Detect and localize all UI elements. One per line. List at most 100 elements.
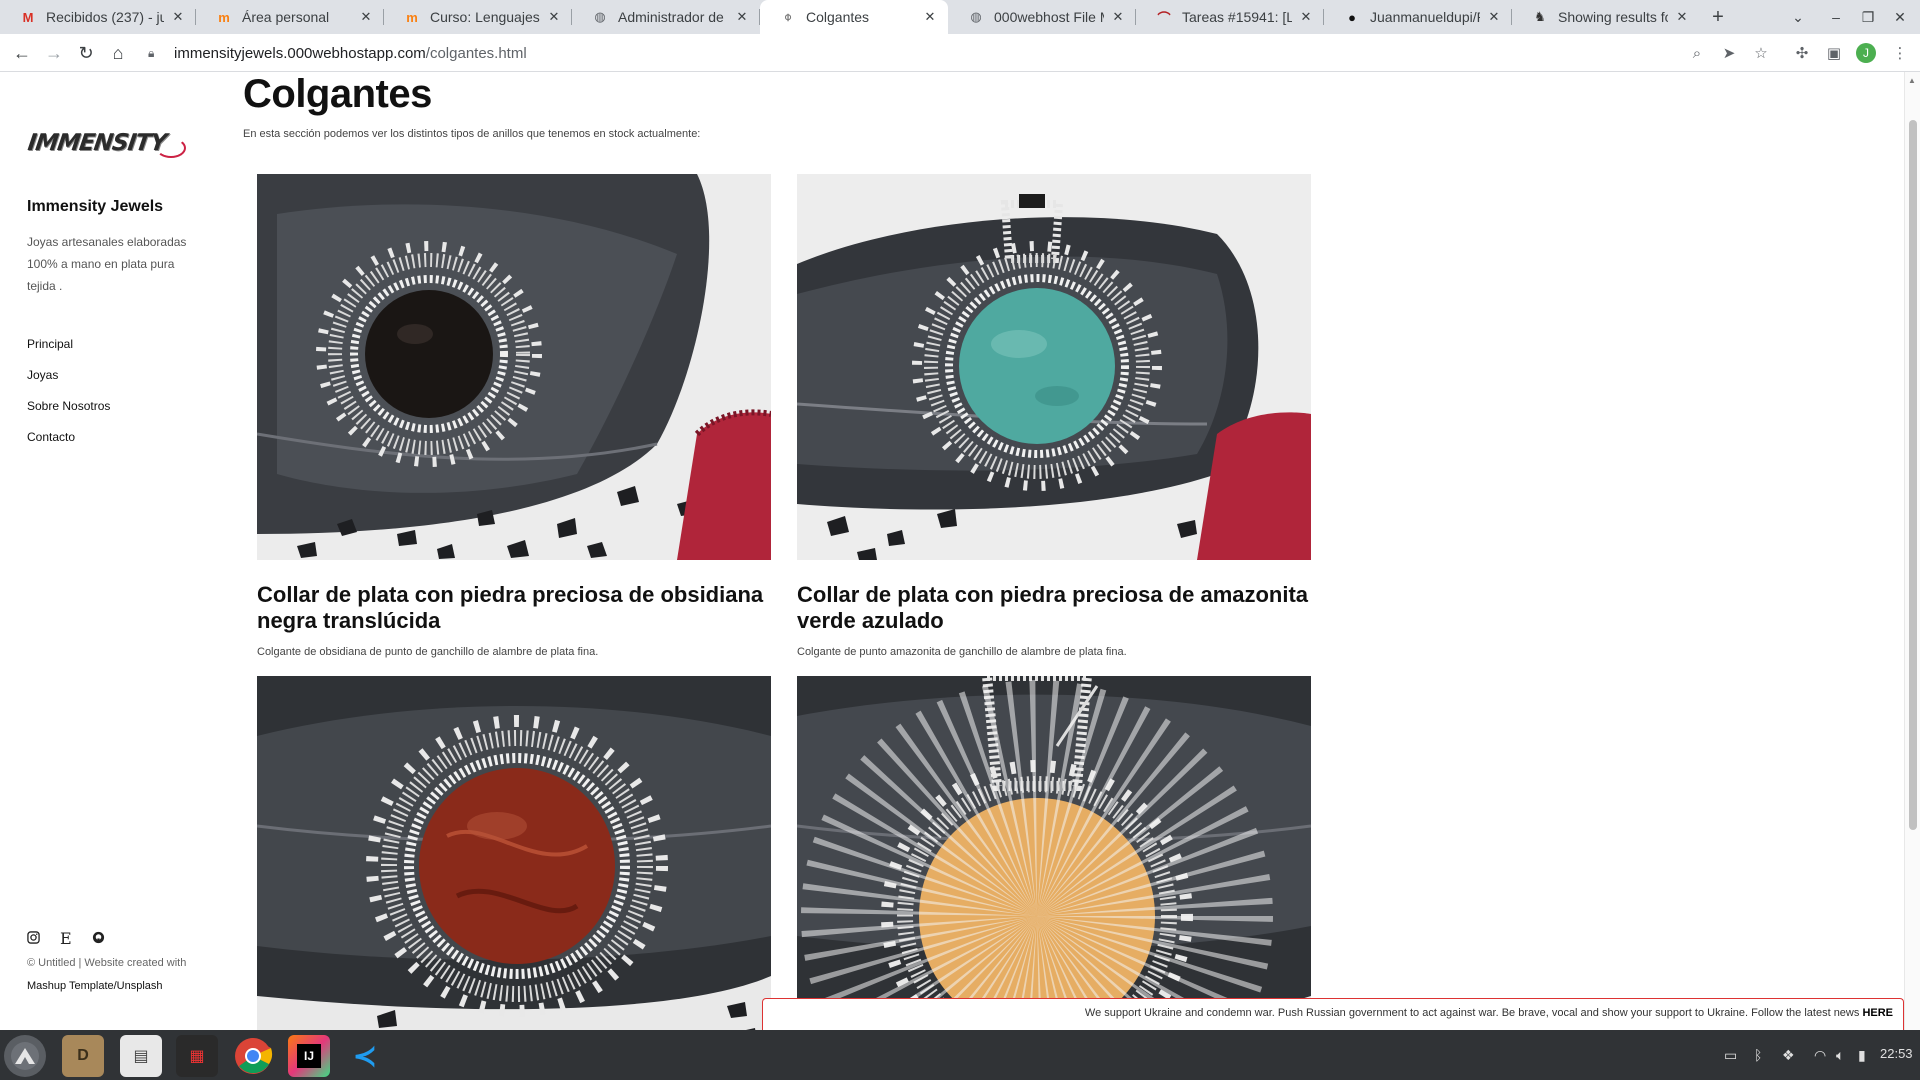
- social-links: E: [27, 929, 105, 948]
- tray-system-icon[interactable]: ▭: [1724, 1030, 1737, 1080]
- bluetooth-icon[interactable]: ᛒ: [1754, 1030, 1762, 1080]
- close-icon[interactable]: ✕: [358, 9, 374, 25]
- launcher-icon[interactable]: [4, 1035, 46, 1077]
- battery-icon[interactable]: ▮: [1858, 1030, 1866, 1080]
- zoom-icon[interactable]: ⌕: [1683, 39, 1711, 67]
- product-description: Colgante de punto amazonita de ganchillo…: [797, 646, 1127, 658]
- instagram-icon[interactable]: [27, 930, 40, 947]
- scroll-up-icon[interactable]: ▲: [1908, 76, 1916, 85]
- restore-icon[interactable]: ❐: [1852, 0, 1884, 34]
- github-icon[interactable]: [92, 931, 105, 947]
- browser-toolbar: ← → ↻ ⌂ 🔒︎ immensityjewels.000webhostapp…: [0, 34, 1920, 72]
- tab-area-personal[interactable]: m Área personal ✕: [196, 0, 384, 34]
- intro-text: En esta sección podemos ver los distinto…: [243, 128, 701, 140]
- clock[interactable]: 22:53: [1880, 1046, 1913, 1061]
- files-icon[interactable]: D: [62, 1035, 104, 1077]
- intellij-icon[interactable]: IJ: [288, 1035, 330, 1077]
- tab-curso[interactable]: m Curso: Lenguajes de ✕: [384, 0, 572, 34]
- product-photo[interactable]: [797, 174, 1311, 560]
- sidebar: IMMENSITY Immensity Jewels Joyas artesan…: [0, 72, 225, 1030]
- minimize-icon[interactable]: –: [1820, 0, 1852, 34]
- tab-showing-results[interactable]: ♞ Showing results for ✕: [1512, 0, 1700, 34]
- tab-gmail[interactable]: M Recibidos (237) - ju ✕: [0, 0, 196, 34]
- main-content: Colgantes En esta sección podemos ver lo…: [243, 72, 1893, 1030]
- volume-icon[interactable]: 🔈︎: [1836, 1030, 1844, 1080]
- tab-strip: M Recibidos (237) - ju ✕ m Área personal…: [0, 0, 1920, 34]
- close-icon[interactable]: ✕: [1298, 9, 1314, 25]
- close-icon[interactable]: ✕: [546, 9, 562, 25]
- send-icon[interactable]: ➤: [1715, 39, 1743, 67]
- product-card[interactable]: [257, 676, 771, 1030]
- new-tab-button[interactable]: +: [1706, 5, 1730, 29]
- back-icon[interactable]: ←: [8, 39, 36, 67]
- tab-administrador[interactable]: ◍ Administrador de arc ✕: [572, 0, 760, 34]
- dropbox-icon[interactable]: ❖: [1782, 1030, 1795, 1080]
- close-icon[interactable]: ✕: [1110, 9, 1126, 25]
- tab-search-icon[interactable]: ⌄: [1782, 0, 1814, 34]
- template-credit-link[interactable]: Mashup Template/Unsplash: [27, 975, 227, 998]
- redmine-icon: ⌒: [1157, 10, 1171, 26]
- tagline: Joyas artesanales elaboradas 100% a mano…: [27, 235, 187, 293]
- mascot-icon: ♞: [1534, 9, 1546, 24]
- close-icon[interactable]: ✕: [734, 9, 750, 25]
- lock-icon[interactable]: 🔒︎: [148, 46, 164, 61]
- profile-avatar[interactable]: J: [1856, 43, 1876, 63]
- close-icon[interactable]: ✕: [170, 9, 186, 25]
- extensions-icon[interactable]: ✣: [1788, 39, 1816, 67]
- product-card[interactable]: [797, 676, 1311, 1030]
- forward-icon[interactable]: →: [40, 39, 68, 67]
- tab-tareas[interactable]: ⌒ Tareas #15941: [LM ✕: [1136, 0, 1324, 34]
- gmail-icon: M: [22, 9, 34, 25]
- nav-item-contacto[interactable]: Contacto: [27, 430, 110, 461]
- close-icon[interactable]: ✕: [1674, 9, 1690, 25]
- copyright: © Untitled | Website created with Mashup…: [27, 952, 227, 998]
- product-card[interactable]: Collar de plata con piedra preciosa de o…: [257, 174, 771, 658]
- product-photo[interactable]: [257, 174, 771, 560]
- banner-message: We support Ukraine and condemn war. Push…: [1084, 1007, 1860, 1019]
- bookmark-star-icon[interactable]: ☆: [1747, 39, 1775, 67]
- moodle-icon: m: [218, 9, 230, 25]
- product-title[interactable]: Collar de plata con piedra preciosa de a…: [797, 582, 1311, 634]
- close-window-icon[interactable]: ✕: [1884, 0, 1916, 34]
- product-card[interactable]: Collar de plata con piedra preciosa de a…: [797, 174, 1311, 658]
- product-title[interactable]: Collar de plata con piedra preciosa de o…: [257, 582, 771, 634]
- wifi-icon[interactable]: ◠: [1814, 1030, 1826, 1080]
- nav-item-joyas[interactable]: Joyas: [27, 368, 110, 399]
- address-path: /colgantes.html: [425, 44, 527, 62]
- ukraine-banner: We support Ukraine and condemn war. Push…: [762, 998, 1904, 1030]
- tab-github[interactable]: ● Juanmanueldupi/Pro ✕: [1324, 0, 1512, 34]
- nav-item-sobre-nosotros[interactable]: Sobre Nosotros: [27, 399, 110, 430]
- github-icon: ●: [1348, 9, 1356, 25]
- address-host: immensityjewels.000webhostapp.com: [174, 44, 426, 62]
- close-icon[interactable]: ✕: [1486, 9, 1502, 25]
- terminal-icon[interactable]: ▦: [176, 1035, 218, 1077]
- close-icon[interactable]: ✕: [922, 9, 938, 25]
- tab-000webhost[interactable]: ◍ 000webhost File Mar ✕: [948, 0, 1136, 34]
- brand-name: Immensity Jewels: [27, 198, 164, 215]
- product-photo[interactable]: [797, 676, 1311, 1030]
- logo-swoosh: [156, 138, 186, 158]
- pendant-icon: ⌽: [784, 9, 792, 24]
- file-manager-icon[interactable]: ▤: [120, 1035, 162, 1077]
- home-icon[interactable]: ⌂: [104, 39, 132, 67]
- tab-colgantes[interactable]: ⌽ Colgantes ✕: [760, 0, 948, 34]
- etsy-icon[interactable]: E: [60, 929, 72, 948]
- address-bar[interactable]: 🔒︎ immensityjewels.000webhostapp.com/col…: [140, 38, 1760, 68]
- side-panel-icon[interactable]: ▣: [1820, 39, 1848, 67]
- banner-link[interactable]: HERE: [1862, 1007, 1893, 1019]
- globe-icon: ◍: [970, 9, 982, 24]
- scrollbar-thumb[interactable]: [1909, 120, 1917, 830]
- menu-kebab-icon[interactable]: ⋮: [1886, 39, 1914, 67]
- nav-item-principal[interactable]: Principal: [27, 337, 110, 368]
- page-title: Colgantes: [243, 72, 432, 116]
- sidebar-nav: Principal Joyas Sobre Nosotros Contacto: [27, 337, 110, 461]
- chrome-icon[interactable]: [232, 1035, 274, 1077]
- moodle-icon: m: [406, 9, 418, 25]
- globe-icon: ◍: [594, 9, 606, 24]
- page-viewport: IMMENSITY Immensity Jewels Joyas artesan…: [0, 72, 1920, 1030]
- vscode-icon[interactable]: ≺: [344, 1035, 386, 1077]
- site-logo[interactable]: IMMENSITY: [26, 130, 188, 170]
- product-photo[interactable]: [257, 676, 771, 1030]
- reload-icon[interactable]: ↻: [72, 39, 100, 67]
- page-scrollbar[interactable]: ▲: [1904, 72, 1920, 1030]
